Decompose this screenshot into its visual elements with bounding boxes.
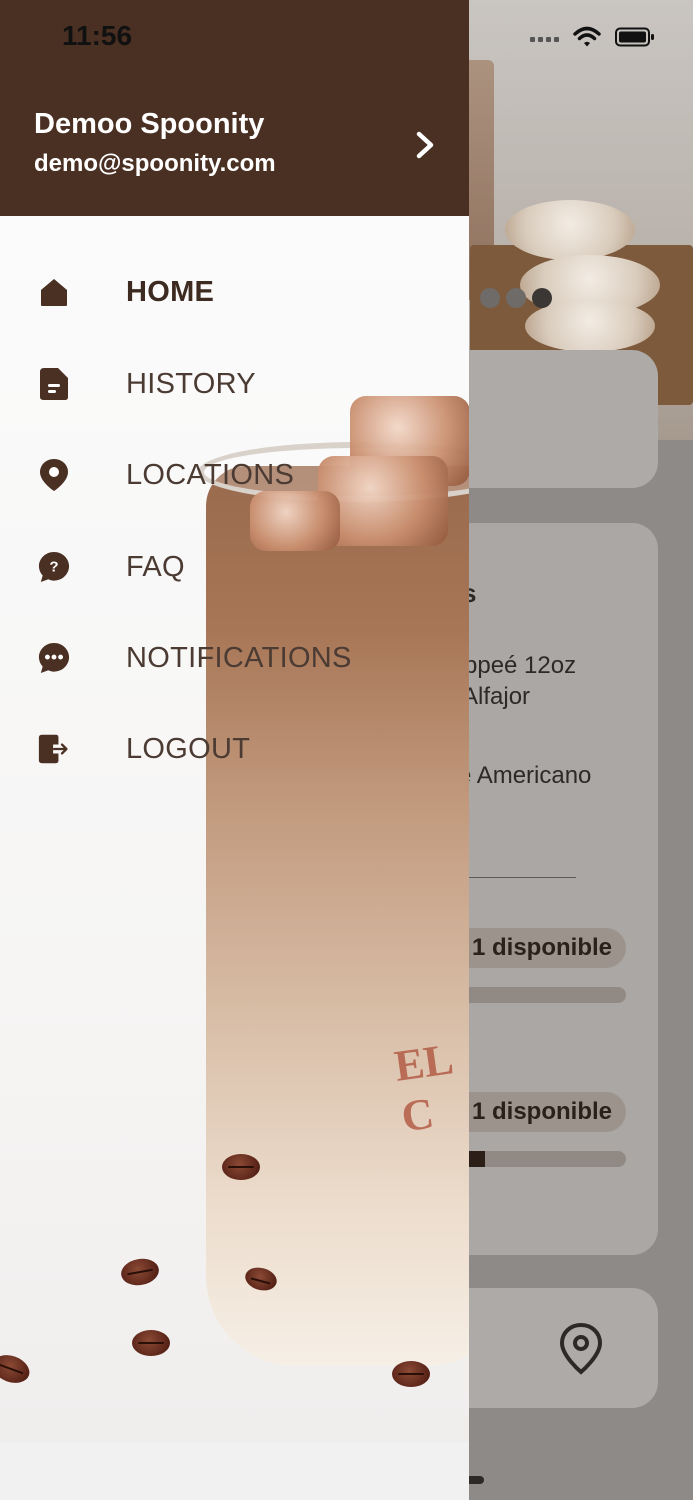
carousel-dot[interactable] — [506, 288, 526, 308]
reward-line-1: ppeé 12oz — [464, 652, 577, 679]
user-email: demo@spoonity.com — [34, 150, 276, 177]
coffee-bean-image — [392, 1361, 430, 1387]
menu-label: NOTIFICATIONS — [126, 641, 352, 674]
wifi-icon — [573, 26, 601, 53]
cookie-image — [505, 200, 635, 260]
menu-label: LOCATIONS — [126, 458, 295, 491]
location-pin-icon[interactable] — [558, 1322, 604, 1376]
menu-item-home[interactable]: HOME — [0, 257, 469, 327]
reward-progress-bar-2 — [450, 1151, 626, 1167]
coffee-bean-image — [222, 1154, 260, 1180]
reward-line-3: e Americano — [458, 762, 592, 789]
coffee-bean-image — [119, 1255, 161, 1289]
reward-line-2: Alfajor — [462, 683, 531, 710]
menu-item-notifications[interactable]: NOTIFICATIONS — [0, 623, 469, 693]
map-pin-icon — [38, 458, 70, 492]
user-name: Demoo Spoonity — [34, 108, 265, 140]
menu-item-locations[interactable]: LOCATIONS — [0, 440, 469, 510]
coffee-bean-image — [132, 1330, 170, 1356]
rewards-divider — [469, 877, 576, 878]
battery-icon — [615, 27, 655, 52]
navigation-drawer: Demoo Spoonity demo@spoonity.com EL C HO… — [0, 0, 469, 1500]
signal-icon — [530, 37, 559, 42]
drawer-body: EL C HOME HISTORY LOCATIONS ? FAQ NOTIFI… — [0, 216, 469, 1500]
menu-item-history[interactable]: HISTORY — [0, 349, 469, 419]
carousel-dot-active[interactable] — [532, 288, 552, 308]
menu-item-logout[interactable]: LOGOUT — [0, 714, 469, 784]
logout-icon — [38, 732, 70, 766]
carousel-dots[interactable] — [480, 288, 552, 308]
carousel-dot[interactable] — [480, 288, 500, 308]
document-icon — [38, 367, 70, 401]
status-time: 11:56 — [62, 20, 133, 51]
reward-progress-bar-1 — [450, 987, 626, 1003]
question-bubble-icon: ? — [38, 550, 70, 584]
menu-item-faq[interactable]: ? FAQ — [0, 532, 469, 602]
status-icons — [530, 26, 655, 53]
coffee-bean-image — [0, 1350, 34, 1388]
menu-label: LOGOUT — [126, 732, 251, 765]
menu-label: HISTORY — [126, 367, 256, 400]
drawer-footer — [0, 1442, 469, 1500]
home-icon — [38, 275, 70, 309]
cup-logo: EL C — [391, 1034, 454, 1142]
chevron-right-icon[interactable] — [410, 130, 440, 160]
chat-bubble-icon — [38, 641, 70, 675]
menu-label: HOME — [126, 275, 215, 308]
menu-label: FAQ — [126, 550, 185, 583]
svg-text:?: ? — [49, 559, 58, 576]
